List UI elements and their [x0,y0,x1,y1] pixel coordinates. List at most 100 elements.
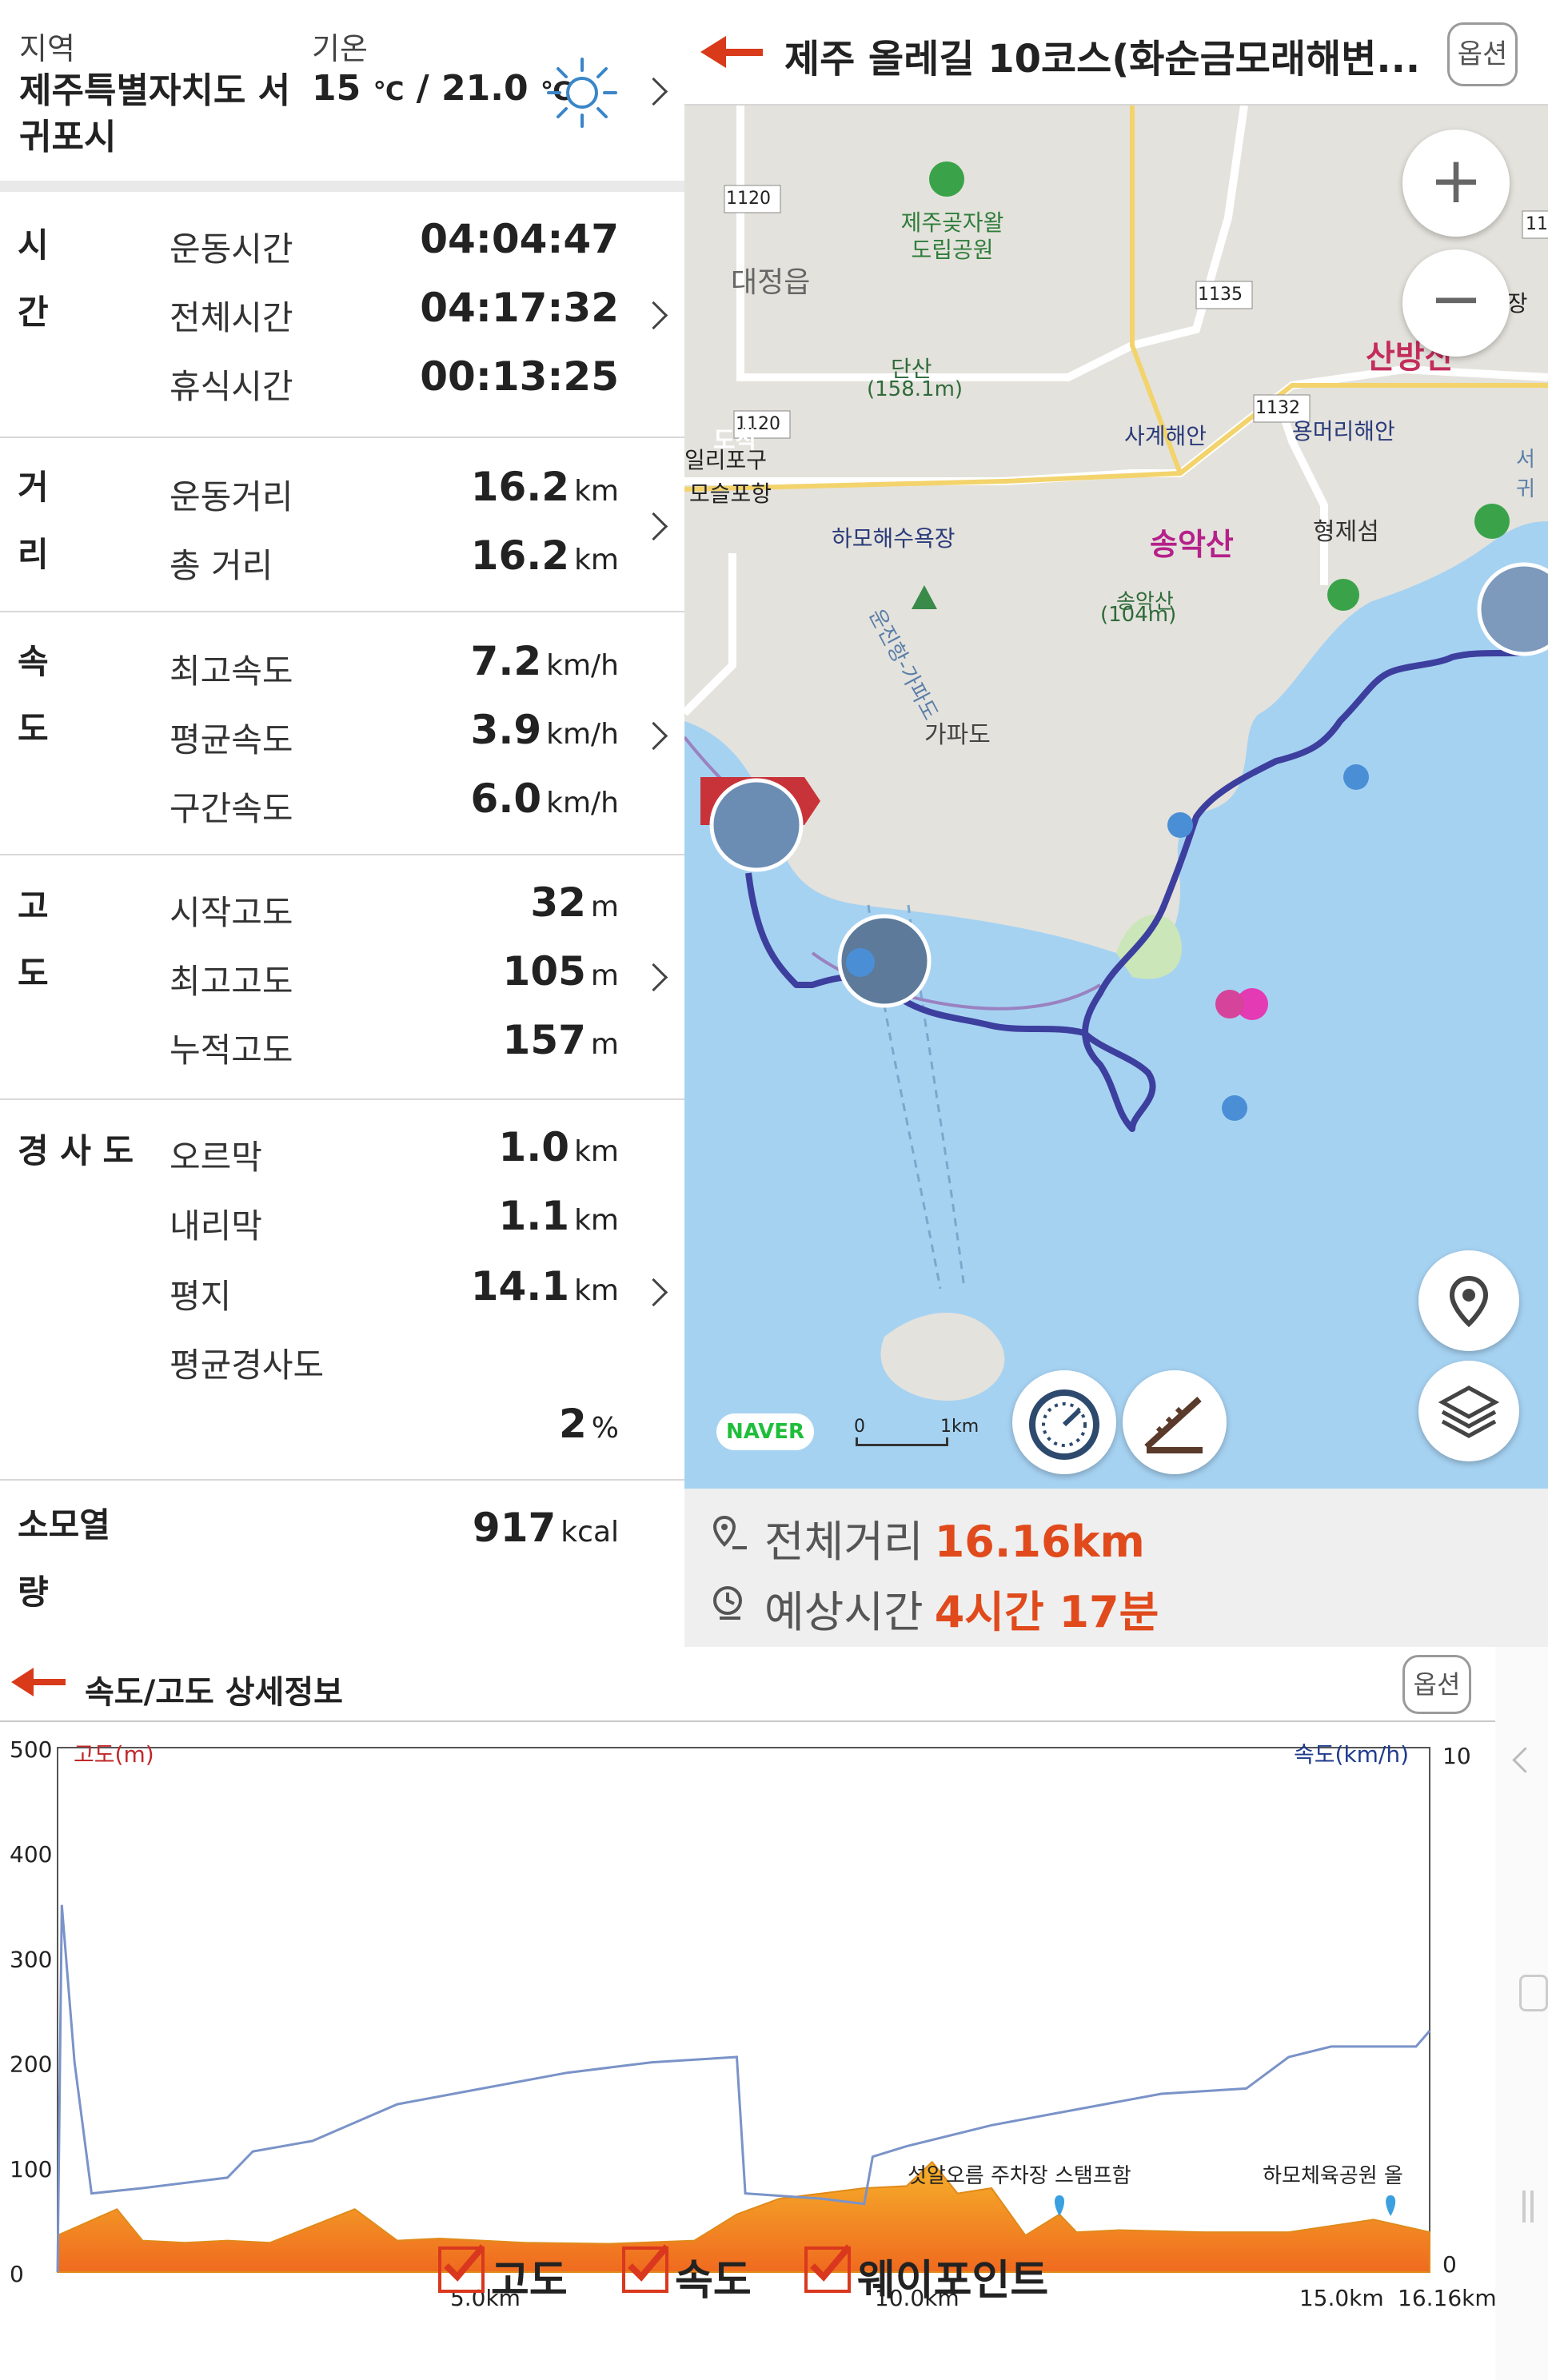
zoom-in-button[interactable]: + [1402,130,1510,237]
region-value: 제주특별자치도 서귀포시 [19,70,291,157]
checkbox-label: 속도 [675,2257,752,2305]
sun-icon [547,58,617,128]
map-label: 제주곶자왈 도립공원 [900,209,1004,263]
location-pin-icon [1449,1275,1489,1328]
map-title: 제주 올레길 10코스(화순금모래해변... [784,37,1421,82]
slope-icon [1144,1397,1203,1453]
waypoint-checkbox[interactable]: 웨이포인트 [804,2243,1060,2305]
speedometer-button[interactable] [1012,1370,1116,1474]
route-summary: 전체거리 16.16km 예상시간 4시간 17분 [684,1489,1548,1647]
map-label: 하모해수욕장 [832,525,956,552]
row-value: 105 m [502,948,619,995]
map-label: 일리포구 [684,447,768,473]
y-tick-label: 0 [10,2261,24,2287]
altitude-checkbox[interactable]: 고도 [438,2243,582,2305]
my-location-button[interactable] [1418,1250,1519,1351]
temperature-label: 기온 [312,31,368,66]
slope-detail-chevron-icon[interactable] [639,1278,668,1307]
speed-detail-chevron-icon[interactable] [639,721,668,751]
row-value: 2% [558,1401,619,1447]
drag-handle-icon[interactable] [1522,2191,1526,2223]
y-tick-label: 500 [10,1736,52,1763]
region-label: 지역 [19,31,75,66]
map-label: 송악산 [1150,527,1234,562]
scale-start: 0 [854,1417,865,1437]
map-header: 제주 올레길 10코스(화순금모래해변... 옵션 [684,0,1548,106]
row-value: 04:17:32 [420,285,619,331]
layers-icon [1438,1385,1500,1438]
map-label: 용머리해안 [1292,418,1395,445]
map-label: 형제섬 [1313,518,1379,546]
naver-logo: NAVER [716,1413,814,1450]
plot-frame [57,1747,1430,2273]
slope-button[interactable] [1123,1370,1227,1474]
row-value: 1.1 km [498,1193,620,1239]
chart-header: 속도/고도 상세정보 옵션 [0,1647,1495,1722]
checkbox-checked-icon [622,2244,668,2293]
row-value: 16.2 km [470,464,619,510]
row-label: 총 거리 [170,546,273,585]
clock-pin-icon [713,1586,742,1620]
row-label: 오르막 [170,1138,262,1177]
map-label: 가파도 [924,721,991,749]
map-label: 모슬포항 [689,480,772,507]
section-label-distance: 거리 [18,468,49,574]
temperature-value: 15 ℃ / 21.0 ℃ [312,68,572,109]
row-value: 7.2 km/h [470,638,619,684]
map-label: 서귀 [1516,448,1535,501]
row-value: 04:04:47 [420,216,619,262]
left-axis-label: 고도(m) [74,1741,154,1768]
map-label: 1120 [726,189,771,209]
expected-time-row: 예상시간 4시간 17분 [764,1587,1159,1637]
total-distance-row: 전체거리 16.16km [764,1517,1145,1567]
waypoint-label: 섯알오름 주차장 스탬프함 [908,2164,1131,2188]
checkbox-checked-icon [804,2244,851,2293]
section-label-time: 시간 [18,225,49,332]
checkbox-label: 웨이포인트 [857,2257,1049,2305]
back-arrow-icon[interactable] [700,36,764,68]
row-value: 157 m [502,1017,619,1063]
side-strip [1495,1647,1548,2380]
row-label: 누적고도 [170,1031,293,1070]
distance-detail-chevron-icon[interactable] [639,512,668,541]
row-label: 구간속도 [170,789,293,828]
scale-end: 1km [940,1417,979,1437]
row-label: 최고고도 [170,962,293,1001]
row-label: 시작고도 [170,893,293,932]
row-value: 00:13:25 [420,353,619,400]
section-label-calories: 소모열량 [18,1505,110,1612]
row-label: 운동시간 [170,229,293,269]
side-chevron-icon[interactable] [1512,1747,1538,1773]
row-value: 14.1 km [470,1263,619,1310]
right-tick-label: 0 [1442,2251,1457,2278]
y-tick-label: 100 [10,2156,52,2183]
row-value: 3.9 km/h [470,707,619,753]
waypoint-label: 하모체육공원 올 [1263,2164,1403,2188]
row-label: 평균속도 [170,720,293,759]
chart-title: 속도/고도 상세정보 [85,1674,343,1711]
speed-checkbox[interactable]: 속도 [622,2243,766,2305]
row-value: 917 kcal [472,1505,619,1551]
map-label: 1135 [1198,285,1243,305]
time-detail-chevron-icon[interactable] [639,301,668,330]
side-handle-icon[interactable] [1519,1975,1548,2011]
section-label-altitude: 고도 [18,887,49,993]
weather-detail-chevron-icon[interactable] [639,77,668,106]
workout-stats-panel: 지역 제주특별자치도 서귀포시 기온 15 ℃ / 21.0 ℃ 시간 운동시간… [0,0,684,1647]
row-label: 최고속도 [170,652,293,691]
zoom-out-button[interactable]: − [1402,249,1510,357]
row-label: 전체시간 [170,298,293,337]
y-tick-label: 400 [10,1841,52,1868]
route-map[interactable]: 1120 1120 1135 1132 11 제주곶자왈 도립공원 대정읍 안덕… [684,106,1548,1489]
x-tick-label: 16.16km [1398,2285,1495,2311]
altitude-detail-chevron-icon[interactable] [639,963,668,992]
row-value: 1.0 km [498,1124,620,1170]
back-arrow-icon[interactable] [11,1668,67,1696]
checkbox-checked-icon [438,2244,485,2293]
y-tick-label: 300 [10,1946,52,1972]
checkbox-label: 고도 [491,2257,568,2305]
chart-options-button[interactable]: 옵션 [1402,1655,1471,1714]
map-layers-button[interactable] [1418,1361,1519,1461]
map-options-button[interactable]: 옵션 [1447,22,1518,86]
row-label: 휴식시간 [170,367,293,406]
